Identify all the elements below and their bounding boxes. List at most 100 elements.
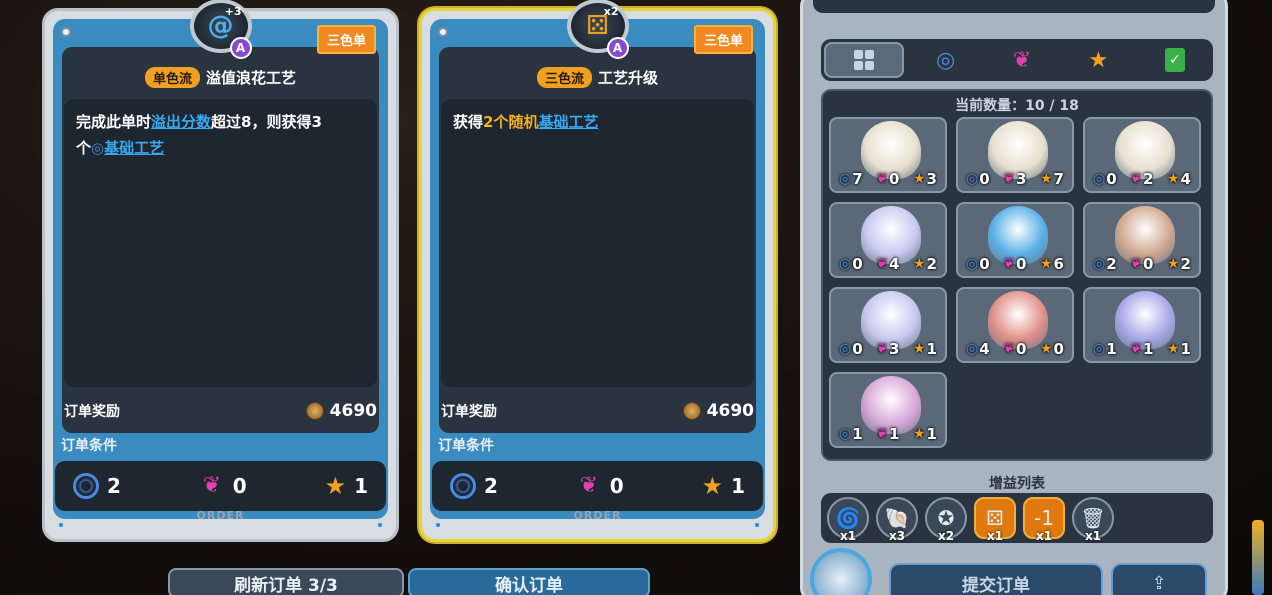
shell-star-value: 1	[1180, 340, 1191, 358]
card-title-text: 溢值浪花工艺	[206, 69, 297, 87]
shell-item-spiral-brown[interactable]: ◎ 2 ❦ 0 ★ 2	[1083, 202, 1201, 278]
tab-shell[interactable]: ❦	[984, 39, 1060, 81]
star-icon: ★	[912, 426, 926, 442]
shell-item-scallop-blue[interactable]: ◎ 0 ❦ 0 ★ 6	[956, 202, 1074, 278]
refresh-orders-button[interactable]: 刷新订单 3/3	[168, 568, 404, 595]
dice-icon: ⚄	[986, 506, 1004, 530]
shell-item-conch-white[interactable]: ◎ 0 ❦ 2 ★ 4	[1083, 117, 1201, 193]
dice-emblem-icon: ⚄ x2 A	[566, 0, 629, 59]
shell-pink-value: 3	[888, 340, 900, 358]
overflow-score-link[interactable]: 溢出分数	[151, 113, 211, 131]
shell-item-bottlecap-purple[interactable]: ◎ 1 ❦ 1 ★ 1	[1083, 287, 1201, 363]
shell-item-clam-pink[interactable]: ◎ 4 ❦ 0 ★ 0	[956, 287, 1074, 363]
swirl-icon	[450, 473, 476, 499]
tab-star[interactable]: ★	[1060, 39, 1136, 81]
shell-item-cowrie-lilac[interactable]: ◎ 0 ❦ 4 ★ 2	[829, 202, 947, 278]
minus-one-icon: -1	[1034, 506, 1054, 530]
shell-item-bottlecap-pink[interactable]: ◎ 1 ❦ 1 ★ 1	[829, 372, 947, 448]
basic-craft-link[interactable]: 基础工艺	[104, 139, 164, 157]
reward-value: 4690	[329, 401, 377, 421]
tab-all[interactable]	[824, 42, 905, 78]
shell-icon: ❦	[876, 426, 888, 442]
reward-label: 订单奖励	[441, 404, 497, 420]
shell-star-value: 1	[926, 425, 937, 443]
buff-swirl-plus[interactable]: 🌀 x1	[827, 497, 869, 543]
cond-star-count: 1	[354, 474, 368, 498]
swirl-icon: ◎	[839, 171, 852, 187]
shell-icon: ❦	[1003, 171, 1015, 187]
shell-item-conch-white[interactable]: ◎ 0 ❦ 3 ★ 7	[956, 117, 1074, 193]
buff-dice[interactable]: ⚄ x1	[974, 497, 1016, 543]
shell-item-cowrie-lilac[interactable]: ◎ 0 ❦ 3 ★ 1	[829, 287, 947, 363]
order-card-2[interactable]: ⚄ x2 A 三色单 三色流 工艺升级 获得2个随机基础工艺 订单奖励 4690 …	[419, 0, 776, 542]
star-icon: ★	[1166, 171, 1180, 187]
swirl-plus-icon: 🌀	[835, 506, 861, 530]
swirl-icon: ◎	[966, 171, 979, 187]
shell-star-value: 1	[926, 340, 937, 358]
shell-swirl-value: 7	[852, 170, 863, 188]
star-icon: ★	[1039, 341, 1053, 357]
shell-icon: ❦	[1130, 341, 1142, 357]
shell-swirl-value: 1	[852, 425, 863, 443]
submit-order-button[interactable]: 提交订单	[889, 563, 1103, 595]
coin-icon	[682, 402, 701, 420]
buff-star-plus[interactable]: ✪ x2	[925, 497, 967, 543]
arrow-up-icon: ⇪	[1151, 572, 1167, 594]
star-icon: ★	[1166, 341, 1180, 357]
shell-icon: ❦	[876, 256, 888, 272]
buff-trash[interactable]: 🗑 x1	[1072, 497, 1114, 543]
tri-color-badge: 三色单	[693, 25, 753, 54]
swirl-icon: ◎	[966, 341, 979, 357]
tab-swirl[interactable]: ◎	[907, 39, 983, 81]
rivet	[61, 27, 71, 37]
card-footer-logo: ORDER	[196, 509, 245, 522]
clipboard-check-icon: ✓	[1164, 48, 1185, 72]
shell-pink-value: 0	[1142, 255, 1154, 273]
shell-icon: ❦	[876, 171, 888, 187]
star-icon: ★	[324, 472, 347, 500]
card-footer-logo: ORDER	[573, 509, 622, 522]
shell-swirl-value: 0	[1106, 170, 1117, 188]
card-title: 三色流 工艺升级	[422, 67, 773, 88]
shell-pink-value: 4	[888, 255, 900, 273]
order-card-1[interactable]: @ +3 A 三色单 单色流 溢值浪花工艺 完成此单时溢出分数超过8，则获得3 个…	[42, 0, 399, 542]
buff-minus-one[interactable]: -1 x1	[1023, 497, 1065, 543]
coin-icon	[305, 402, 324, 420]
shell-plus-icon: 🐚	[884, 506, 910, 530]
confirm-order-button[interactable]: 确认订单	[408, 568, 650, 595]
buff-shell-plus[interactable]: 🐚 x3	[876, 497, 918, 543]
swirl-icon: ◎	[936, 47, 956, 73]
shell-swirl-value: 0	[979, 255, 990, 273]
rank-a-badge: A	[229, 37, 252, 59]
shell-star-value: 3	[926, 170, 937, 188]
rank-a-badge: A	[606, 37, 629, 59]
upload-button[interactable]: ⇪	[1111, 563, 1207, 595]
cond-shell-count: 0	[609, 474, 624, 498]
shell-grid: ◎ 7 ❦ 0 ★ 3 ◎ 0 ❦ 3 ★ 7 ◎ 0 ❦ 2 ★ 4 ◎ 0 ❦ 4 ★ 2 ◎ 0 ❦ 0 ★ 6 ◎ 2 ❦ 0 ★ 2 ◎ 0 ❦ 3…	[829, 117, 1201, 448]
shell-item-conch-white[interactable]: ◎ 7 ❦ 0 ★ 3	[829, 117, 947, 193]
inventory-panel: ◎ ❦ ★ ✓ 当前数量：10 / 18 ◎ 7 ❦ 0 ★ 3 ◎ 0 ❦ 3 ★ 7 ◎ 0 ❦ 2 ★ 4 ◎…	[800, 0, 1228, 595]
shell-pink-value: 0	[1015, 255, 1027, 273]
cond-star-count: 1	[731, 474, 745, 498]
shell-icon: ❦	[1130, 171, 1142, 187]
rivet	[438, 27, 448, 37]
shell-swirl-value: 0	[979, 170, 990, 188]
side-gauge	[1252, 520, 1264, 595]
shell-star-value: 6	[1053, 255, 1064, 273]
current-count: 当前数量：10 / 18	[955, 98, 1079, 114]
star-icon: ★	[912, 171, 926, 187]
star-icon: ★	[1039, 171, 1053, 187]
tab-completed[interactable]: ✓	[1137, 39, 1213, 81]
shell-swirl-value: 0	[852, 255, 863, 273]
flow-tag: 单色流	[144, 67, 200, 88]
star-icon: ★	[912, 341, 926, 357]
panel-topbar	[813, 0, 1215, 13]
buff-list: 🌀 x1 🐚 x3 ✪ x2 ⚄ x1 -1 x1 🗑 x1	[821, 493, 1213, 543]
buff-count: x3	[888, 529, 906, 543]
star-icon: ★	[1166, 256, 1180, 272]
condition-box: 2 ❦ 0 ★ 1	[55, 461, 386, 511]
card-description: 获得2个随机基础工艺	[441, 99, 754, 387]
basic-craft-link[interactable]: 基础工艺	[538, 113, 598, 131]
star-plus-icon: ✪	[937, 506, 955, 530]
reward-row: 订单奖励 4690	[441, 401, 754, 421]
